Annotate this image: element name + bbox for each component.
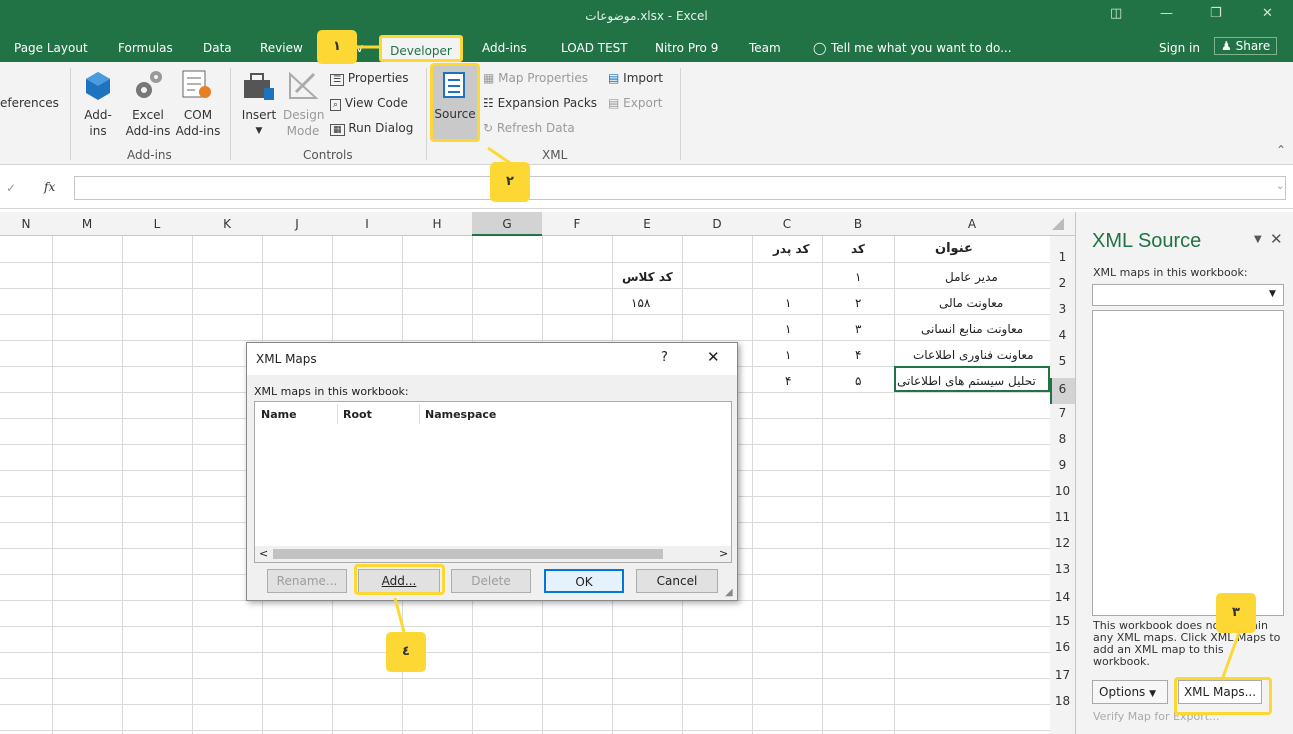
step-badge-2: ۲ <box>490 162 530 202</box>
callout-connectors <box>355 45 1242 681</box>
step-badge-4: ٤ <box>386 632 426 672</box>
step-badge-3: ۳ <box>1216 593 1256 633</box>
step-badge-1: ۱ <box>317 30 357 64</box>
